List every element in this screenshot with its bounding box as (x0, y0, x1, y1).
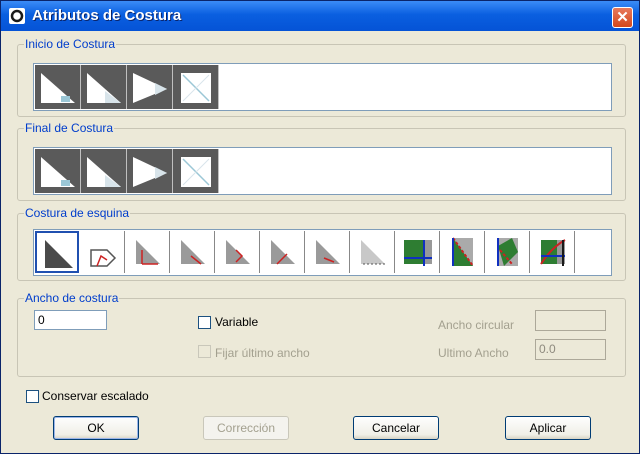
corner-dotted-icon[interactable] (351, 231, 395, 273)
group-legend-esquina: Costura de esquina (24, 206, 131, 220)
corner-green-cross-icon[interactable] (441, 231, 485, 273)
corner-green-overlap-icon[interactable] (486, 231, 530, 273)
fijar-ultimo-ancho-label: Fijar último ancho (215, 346, 310, 360)
group-final-de-costura: Final de Costura (17, 121, 626, 201)
group-legend-final: Final de Costura (24, 121, 115, 135)
ok-button[interactable]: OK (53, 416, 139, 440)
corner-strip (33, 229, 612, 276)
title-bar[interactable]: Atributos de Costura ✕ (1, 1, 639, 31)
aplicar-button[interactable]: Aplicar (505, 416, 591, 440)
ultimo-ancho-input[interactable]: 0.0 (535, 339, 606, 360)
app-ring-icon (9, 8, 25, 24)
ancho-circular-input[interactable] (535, 310, 606, 331)
conservar-escalado-checkbox[interactable] (26, 390, 39, 403)
seam-end-pattern-3-icon[interactable] (127, 149, 173, 193)
corner-angle-icon[interactable] (306, 231, 350, 273)
start-pattern-strip (33, 63, 612, 111)
dialog-window: Atributos de Costura ✕ Inicio de Costura… (0, 0, 640, 454)
group-legend-ancho: Ancho de costura (24, 291, 120, 305)
corner-pivot-icon[interactable] (81, 231, 125, 273)
corner-fold-icon[interactable] (216, 231, 260, 273)
ultimo-ancho-label: Ultimo Ancho (438, 346, 509, 360)
end-pattern-strip (33, 147, 612, 195)
dialog-title: Atributos de Costura (32, 7, 182, 24)
seam-start-pattern-4-icon[interactable] (173, 65, 219, 109)
variable-label: Variable (215, 315, 259, 329)
seam-end-pattern-1-icon[interactable] (35, 149, 81, 193)
correccion-button[interactable]: Corrección (203, 416, 289, 440)
seam-end-pattern-2-icon[interactable] (81, 149, 127, 193)
seam-end-pattern-4-icon[interactable] (173, 149, 219, 193)
fijar-ultimo-ancho-checkbox[interactable] (198, 345, 211, 358)
seam-start-pattern-1-icon[interactable] (35, 65, 81, 109)
group-costura-de-esquina: Costura de esquina (17, 206, 626, 281)
ancho-circular-label: Ancho circular (438, 318, 515, 332)
corner-plain-icon[interactable] (35, 231, 79, 273)
cancelar-button[interactable]: Cancelar (353, 416, 439, 440)
corner-miter-icon[interactable] (261, 231, 305, 273)
close-button[interactable]: ✕ (612, 7, 633, 28)
variable-checkbox[interactable] (198, 316, 211, 329)
seam-start-pattern-3-icon[interactable] (127, 65, 173, 109)
corner-square-icon[interactable] (126, 231, 170, 273)
conservar-escalado-label: Conservar escalado (42, 389, 149, 403)
corner-diagonal-icon[interactable] (171, 231, 215, 273)
ancho-input[interactable]: 0 (34, 310, 107, 330)
group-legend-inicio: Inicio de Costura (24, 37, 117, 51)
seam-start-pattern-2-icon[interactable] (81, 65, 127, 109)
group-inicio-de-costura: Inicio de Costura (17, 37, 626, 117)
close-icon: ✕ (616, 9, 629, 26)
corner-green-t-icon[interactable] (396, 231, 440, 273)
corner-green-arc-icon[interactable] (531, 231, 575, 273)
